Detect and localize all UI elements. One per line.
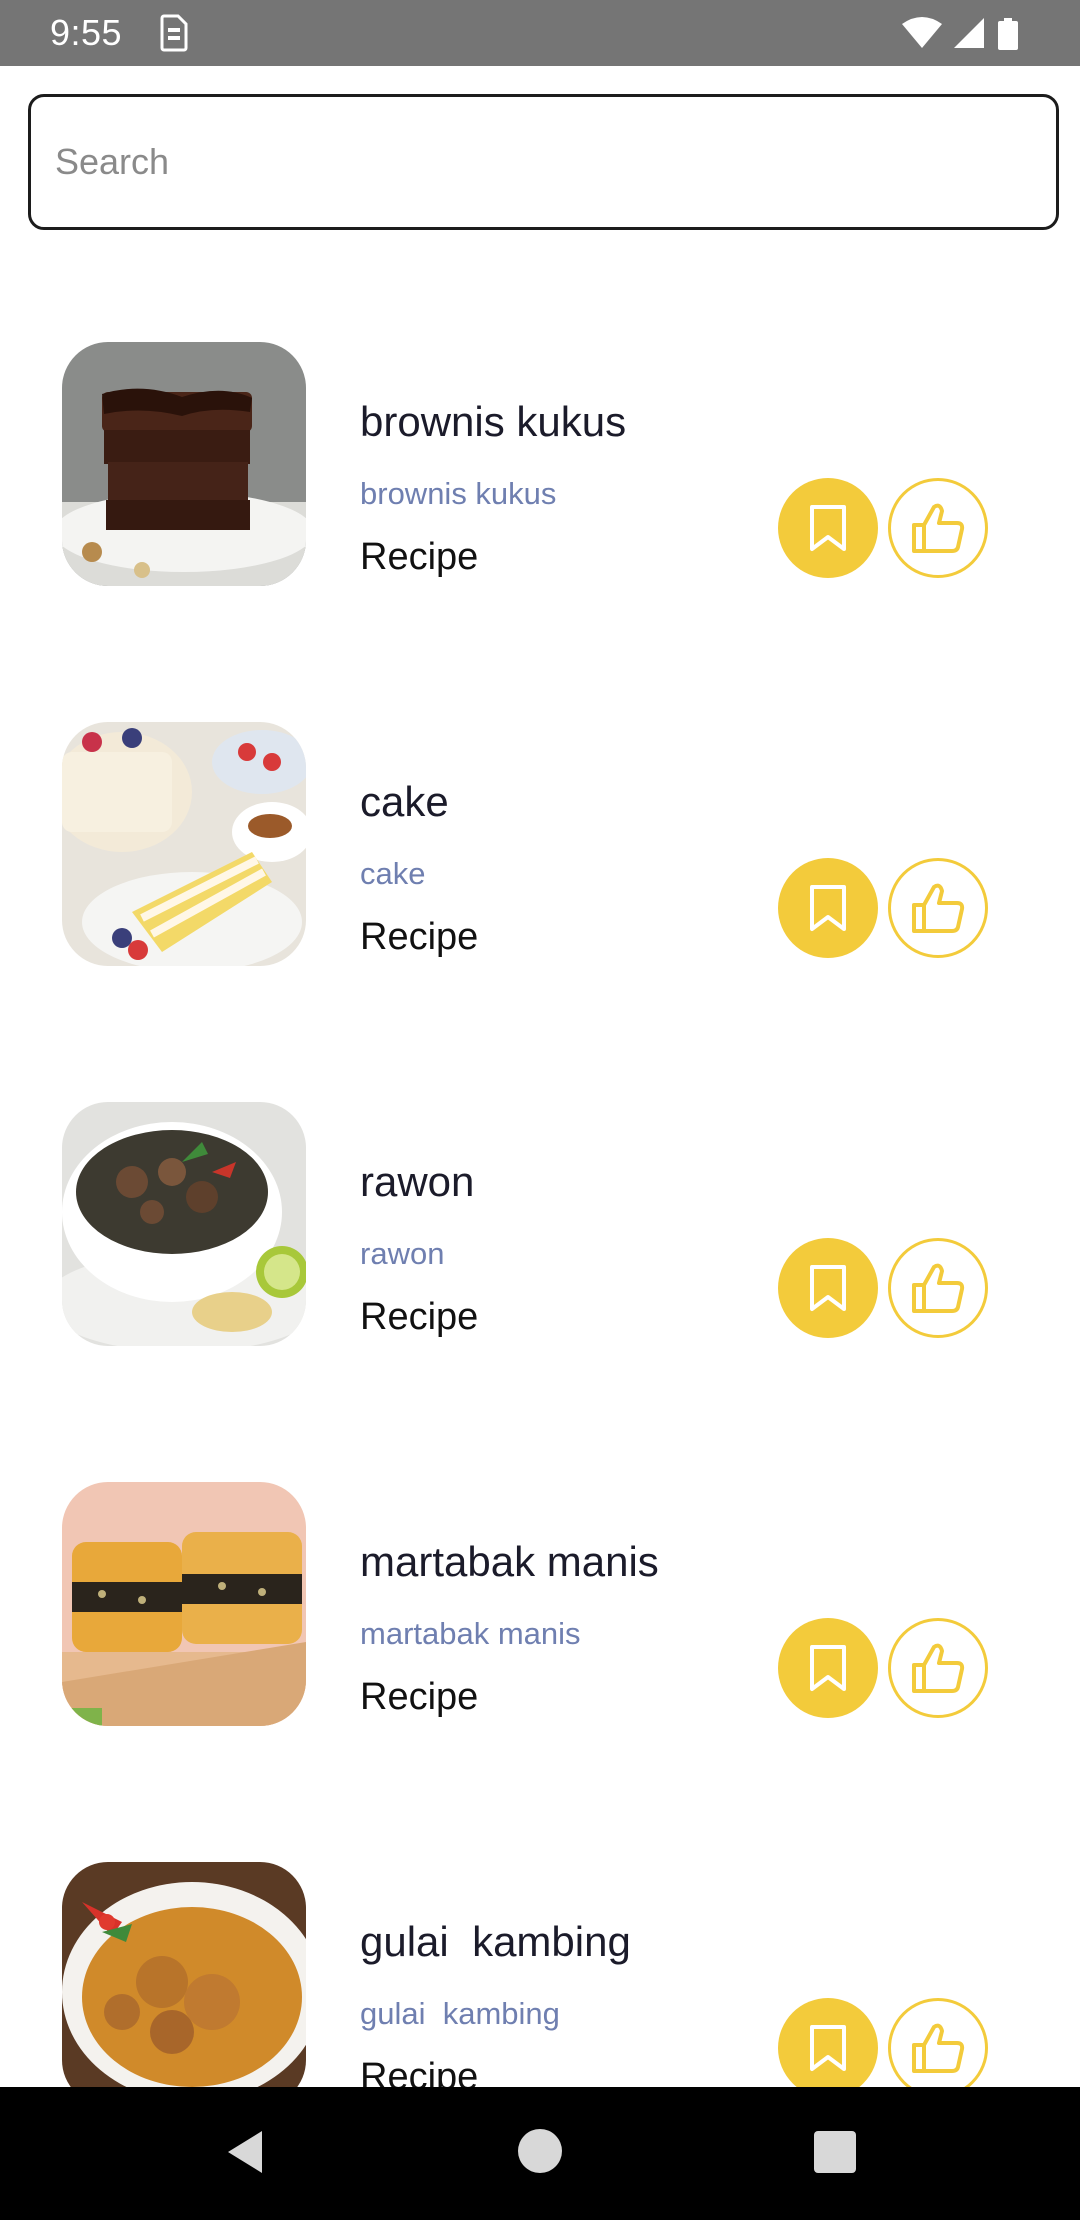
status-time: 9:55	[50, 12, 123, 53]
recipe-item[interactable]: cake cake Recipe	[0, 610, 1080, 990]
recipe-type-label: Recipe	[360, 2056, 479, 2087]
status-bar: 9:55	[0, 0, 1080, 66]
recipe-image-brownie	[62, 342, 306, 586]
recipe-item[interactable]: gulai kambing gulai kambing Recipe	[0, 1750, 1080, 2087]
recipe-item[interactable]: rawon rawon Recipe	[0, 990, 1080, 1370]
search-box[interactable]	[28, 94, 1059, 230]
bookmark-button[interactable]	[778, 1238, 878, 1338]
recipe-subtitle: martabak manis	[360, 1616, 581, 1651]
thumbs-up-icon	[912, 1263, 965, 1313]
recipe-type-label: Recipe	[360, 1296, 479, 1338]
recipe-title: brownis kukus	[360, 398, 627, 445]
recipe-type-label: Recipe	[360, 536, 479, 578]
like-button[interactable]	[888, 858, 988, 958]
recipe-subtitle: cake	[360, 856, 426, 891]
recipe-image-martabak	[62, 1482, 306, 1726]
bookmark-button[interactable]	[778, 858, 878, 958]
back-icon[interactable]	[220, 2127, 270, 2177]
like-button[interactable]	[888, 1618, 988, 1718]
bookmark-icon	[810, 505, 846, 551]
signal-icon	[954, 18, 984, 48]
thumbs-up-icon	[912, 2023, 965, 2073]
recipe-image-cake	[62, 722, 306, 966]
like-button[interactable]	[888, 1238, 988, 1338]
status-icons	[902, 17, 1018, 50]
sim-card-icon	[160, 14, 188, 52]
recipe-type-label: Recipe	[360, 1676, 479, 1718]
bookmark-button[interactable]	[778, 478, 878, 578]
recipe-subtitle: gulai kambing	[360, 1996, 560, 2031]
recipe-item[interactable]: brownis kukus brownis kukus Recipe	[0, 230, 1080, 610]
recipe-item[interactable]: martabak manis martabak manis Recipe	[0, 1370, 1080, 1750]
bookmark-icon	[810, 1645, 846, 1691]
recipe-list[interactable]: brownis kukus brownis kukus Recipe cake …	[0, 230, 1080, 2087]
thumbs-up-icon	[912, 1643, 965, 1693]
recipe-title: rawon	[360, 1158, 475, 1205]
recipe-image-rawon	[62, 1102, 306, 1346]
recents-icon[interactable]	[814, 2131, 856, 2173]
recipe-subtitle: rawon	[360, 1236, 445, 1271]
recipe-subtitle: brownis kukus	[360, 476, 557, 511]
search-input[interactable]	[55, 97, 1035, 227]
home-icon[interactable]	[518, 2129, 562, 2173]
recipe-title: martabak manis	[360, 1538, 659, 1585]
wifi-icon	[902, 17, 942, 48]
recipe-title: cake	[360, 778, 449, 825]
recipe-title: gulai kambing	[360, 1918, 631, 1965]
like-button[interactable]	[888, 478, 988, 578]
like-button[interactable]	[888, 1998, 988, 2087]
bookmark-icon	[810, 2025, 846, 2071]
recipe-type-label: Recipe	[360, 916, 479, 958]
thumbs-up-icon	[912, 503, 965, 553]
bookmark-icon	[810, 885, 846, 931]
recipe-image-gulai	[62, 1862, 306, 2087]
navigation-bar	[0, 2087, 1080, 2220]
thumbs-up-icon	[912, 883, 965, 933]
bookmark-icon	[810, 1265, 846, 1311]
bookmark-button[interactable]	[778, 1618, 878, 1718]
bookmark-button[interactable]	[778, 1998, 878, 2087]
battery-icon	[998, 18, 1018, 50]
